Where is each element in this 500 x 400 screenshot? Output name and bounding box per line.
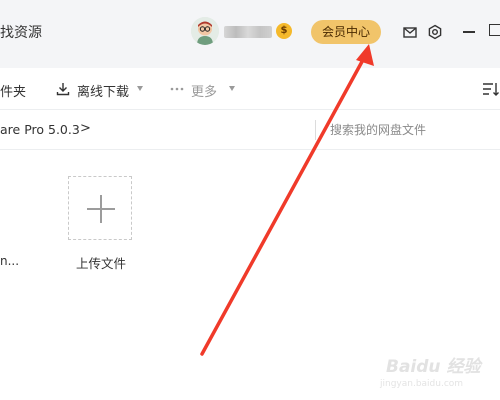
toolbar: 件夹 离线下载 更多 bbox=[0, 68, 500, 110]
avatar[interactable] bbox=[191, 17, 219, 45]
upload-file-label: 上传文件 bbox=[76, 256, 127, 271]
more-button[interactable]: 更多 bbox=[191, 81, 217, 100]
nav-find-resources[interactable]: 找资源 bbox=[0, 22, 42, 42]
watermark: Baidu 经验 jingyan.baidu.com bbox=[370, 348, 498, 398]
mail-icon[interactable] bbox=[402, 24, 418, 40]
download-icon bbox=[55, 81, 71, 97]
path-bar: are Pro 5.0.3 > bbox=[0, 110, 500, 150]
username-blurred bbox=[224, 26, 272, 38]
watermark-url: jingyan.baidu.com bbox=[380, 379, 464, 389]
search-divider bbox=[315, 120, 316, 140]
file-item-name[interactable]: n... bbox=[0, 254, 19, 268]
sort-icon[interactable] bbox=[482, 81, 500, 97]
breadcrumb-separator: > bbox=[80, 121, 91, 136]
search-input[interactable] bbox=[330, 120, 495, 140]
maximize-icon[interactable] bbox=[489, 24, 500, 36]
watermark-text: Baidu 经验 bbox=[386, 357, 481, 377]
breadcrumb-current[interactable]: are Pro 5.0.3 bbox=[0, 122, 80, 137]
new-folder-button[interactable]: 件夹 bbox=[0, 81, 26, 100]
offline-download-button[interactable]: 离线下载 bbox=[77, 81, 129, 100]
more-dots-icon bbox=[169, 81, 185, 97]
coin-icon[interactable]: $ bbox=[276, 23, 292, 39]
vip-center-button[interactable]: 会员中心 bbox=[311, 20, 381, 44]
avatar-icon bbox=[191, 17, 219, 45]
settings-icon[interactable] bbox=[427, 24, 443, 40]
plus-icon-vertical bbox=[100, 195, 102, 223]
minimize-icon[interactable] bbox=[463, 31, 475, 33]
top-bar: 找资源 $ 会员中心 bbox=[0, 0, 500, 68]
more-caret-icon[interactable] bbox=[229, 86, 235, 91]
offline-download-caret-icon[interactable] bbox=[137, 86, 143, 91]
upload-file-button[interactable] bbox=[68, 176, 132, 240]
